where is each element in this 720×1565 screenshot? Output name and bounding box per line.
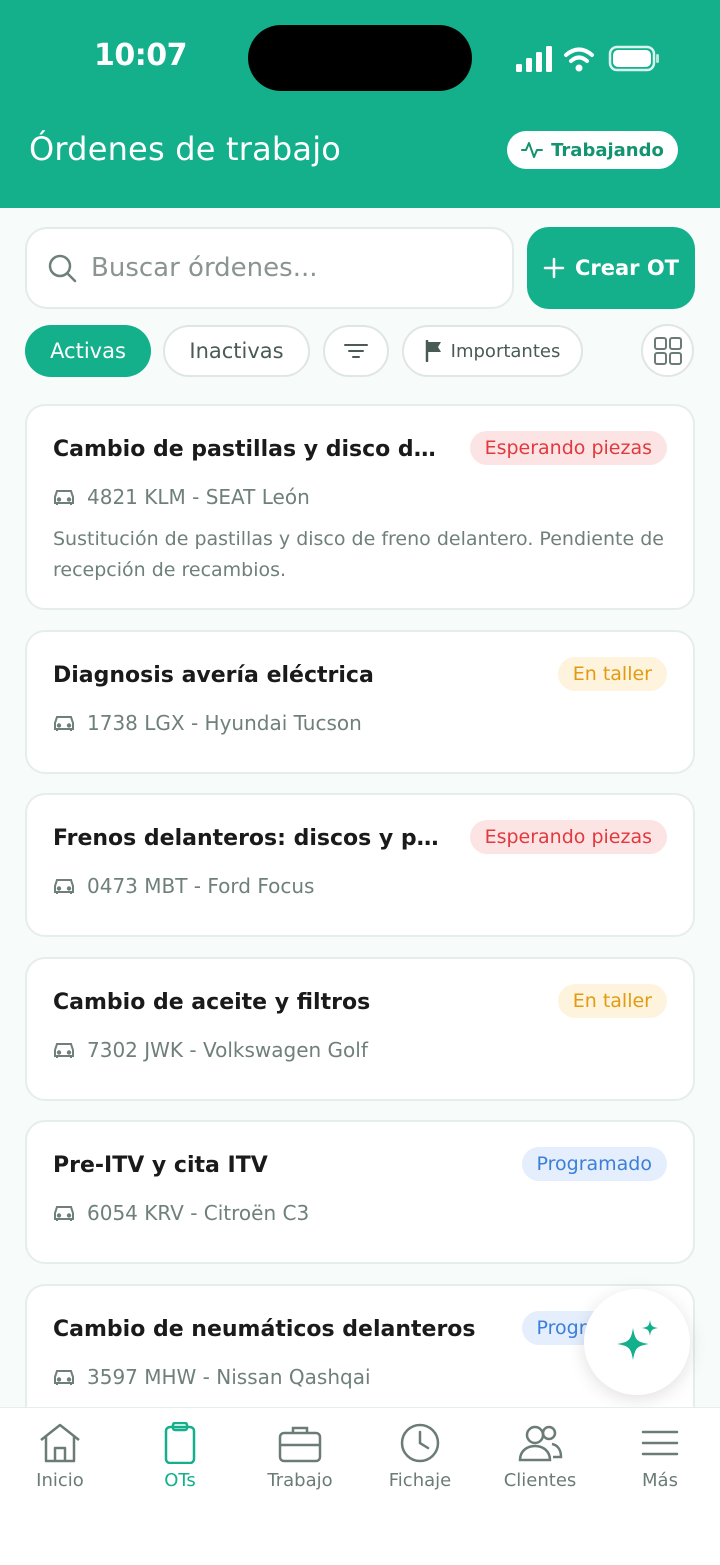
orders-list: Cambio de pastillas y disco de... Espera… xyxy=(0,395,720,1407)
tab-label: Inicio xyxy=(36,1470,84,1491)
menu-icon xyxy=(641,1430,679,1456)
vehicle-label: 7302 JWK - Volkswagen Golf xyxy=(87,1038,368,1062)
car-icon xyxy=(54,1043,74,1058)
vehicle-label: 4821 KLM - SEAT León xyxy=(87,485,310,509)
tab-label: Fichaje xyxy=(388,1470,452,1491)
plus-icon xyxy=(543,257,565,279)
car-icon xyxy=(54,490,74,505)
filter-options-button[interactable] xyxy=(323,325,389,377)
ai-assistant-button[interactable] xyxy=(584,1289,690,1395)
order-title: Frenos delanteros: discos y pa... xyxy=(53,826,443,851)
dynamic-island xyxy=(248,25,472,91)
order-vehicle: 3597 MHW - Nissan Qashqai xyxy=(53,1365,371,1389)
filter-inactive-label: Inactivas xyxy=(189,339,284,363)
order-title: Diagnosis avería eléctrica xyxy=(53,663,374,688)
filter-icon xyxy=(344,344,368,358)
vehicle-label: 3597 MHW - Nissan Qashqai xyxy=(87,1365,371,1389)
filter-inactive-chip[interactable]: Inactivas xyxy=(163,325,310,377)
status-icons xyxy=(516,45,659,72)
order-card[interactable]: Diagnosis avería eléctrica En taller 173… xyxy=(25,630,695,774)
tab-fichaje[interactable]: Fichaje xyxy=(360,1422,480,1491)
status-badge: Esperando piezas xyxy=(469,431,667,465)
work-status-label: Trabajando xyxy=(551,139,664,161)
order-description: Sustitución de pastillas y disco de fren… xyxy=(53,528,664,581)
order-title: Cambio de pastillas y disco de... xyxy=(53,437,443,462)
tab-label: Más xyxy=(642,1470,678,1491)
order-vehicle: 0473 MBT - Ford Focus xyxy=(53,874,314,898)
order-title: Pre-ITV y cita ITV xyxy=(53,1153,268,1178)
order-title: Cambio de neumáticos delanteros xyxy=(53,1317,476,1342)
app-header: 10:07 Órdenes de trabajo Trabajando xyxy=(0,0,720,208)
create-ot-label: Crear OT xyxy=(574,256,680,280)
order-card[interactable]: Cambio de aceite y filtros En taller 730… xyxy=(25,957,695,1101)
briefcase-icon xyxy=(278,1426,322,1463)
page-title: Órdenes de trabajo xyxy=(29,130,342,168)
vehicle-label: 1738 LGX - Hyundai Tucson xyxy=(87,711,362,735)
car-icon xyxy=(54,879,74,894)
search-box[interactable] xyxy=(25,227,514,309)
home-icon xyxy=(40,1423,80,1463)
status-time: 10:07 xyxy=(94,38,188,73)
filter-active-label: Activas xyxy=(50,339,126,363)
order-title: Cambio de aceite y filtros xyxy=(53,990,371,1015)
tab-label: Trabajo xyxy=(267,1470,333,1491)
tab-ots[interactable]: OTs xyxy=(120,1422,240,1491)
search-input[interactable] xyxy=(91,253,471,283)
car-icon xyxy=(54,1206,74,1221)
status-badge: En taller xyxy=(557,657,667,691)
tab-label: OTs xyxy=(164,1470,196,1491)
filter-important-label: Importantes xyxy=(450,340,561,362)
create-ot-button[interactable]: Crear OT xyxy=(527,227,695,309)
grid-view-button[interactable] xyxy=(641,324,694,377)
tab-trabajo[interactable]: Trabajo xyxy=(240,1422,360,1491)
tab-clientes[interactable]: Clientes xyxy=(480,1422,600,1491)
bottom-tab-bar: Inicio OTs Trabajo Fichaje Clientes Más xyxy=(0,1407,720,1565)
search-icon xyxy=(48,254,77,283)
grid-icon xyxy=(653,336,682,365)
vehicle-label: 0473 MBT - Ford Focus xyxy=(87,874,315,898)
status-badge: Esperando piezas xyxy=(469,820,667,854)
order-card[interactable]: Cambio de pastillas y disco de... Espera… xyxy=(25,404,695,610)
vehicle-label: 6054 KRV - Citroën C3 xyxy=(87,1201,310,1225)
tab-mas[interactable]: Más xyxy=(600,1422,720,1491)
clipboard-icon xyxy=(164,1422,196,1464)
order-vehicle: 6054 KRV - Citroën C3 xyxy=(53,1201,309,1225)
filter-important-chip[interactable]: Importantes xyxy=(402,325,583,377)
tab-label: Clientes xyxy=(503,1470,577,1491)
status-badge: En taller xyxy=(557,984,667,1018)
flag-icon xyxy=(425,340,441,362)
work-status-pill[interactable]: Trabajando xyxy=(507,131,678,169)
order-vehicle: 1738 LGX - Hyundai Tucson xyxy=(53,711,362,735)
order-card[interactable]: Frenos delanteros: discos y pa... Espera… xyxy=(25,793,695,937)
car-icon xyxy=(54,1370,74,1385)
clock-icon xyxy=(400,1423,440,1463)
tab-inicio[interactable]: Inicio xyxy=(0,1422,120,1491)
users-icon xyxy=(518,1425,563,1462)
status-badge: Programado xyxy=(521,1147,667,1181)
order-vehicle: 7302 JWK - Volkswagen Golf xyxy=(53,1038,368,1062)
filter-active-chip[interactable]: Activas xyxy=(25,325,151,377)
activity-icon xyxy=(521,142,544,158)
car-icon xyxy=(54,716,74,731)
order-card[interactable]: Pre-ITV y cita ITV Programado 6054 KRV -… xyxy=(25,1120,695,1264)
sparkle-icon xyxy=(617,1320,658,1360)
order-vehicle: 4821 KLM - SEAT León xyxy=(53,485,310,509)
